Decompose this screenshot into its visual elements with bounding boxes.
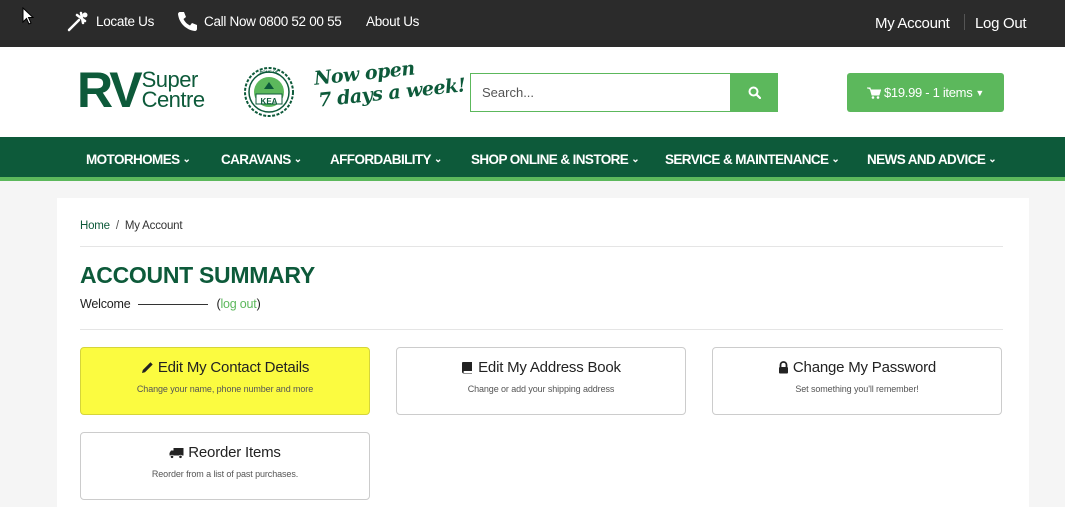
pin-icon [67, 11, 88, 32]
lock-icon [778, 361, 788, 374]
search-icon [748, 86, 761, 99]
nav-item-affordability[interactable]: AFFORDABILITY ⌄ [330, 137, 442, 181]
card-subtitle: Change or add your shipping address [467, 384, 615, 394]
about-us-label: About Us [366, 13, 420, 29]
cart-button[interactable]: $19.99 - 1 items ▼ [847, 73, 1004, 112]
nav-item-motorhomes[interactable]: MOTORHOMES ⌄ [86, 137, 191, 181]
main-navigation: MOTORHOMES ⌄ CARAVANS ⌄ AFFORDABILITY ⌄ SHO… [0, 137, 1065, 181]
call-now-link[interactable]: Call Now 0800 52 00 55 [176, 0, 342, 42]
nav-item-shop-online[interactable]: SHOP ONLINE & INSTORE ⌄ [471, 137, 640, 181]
logo-rv-text: RV [77, 62, 143, 118]
my-account-link[interactable]: My Account [875, 2, 950, 44]
chevron-down-icon: ⌄ [433, 153, 442, 165]
logo-super-centre-text: Super Centre [141, 69, 206, 112]
top-bar: Locate Us Call Now 0800 52 00 55 About U… [0, 0, 1065, 47]
card-title: Edit My Address Book [397, 359, 685, 376]
search-button[interactable] [730, 73, 778, 112]
home-of-kea-seal-icon [244, 67, 294, 117]
breadcrumb-home-link[interactable]: Home [80, 220, 110, 232]
locate-us-link[interactable]: Locate Us [66, 0, 154, 42]
tagline: Now open 7 days a week! [313, 52, 467, 111]
breadcrumb: Home / My Account [80, 220, 183, 232]
username-redacted-line [138, 303, 209, 305]
mouse-cursor-icon [22, 7, 34, 25]
card-subtitle: Set something you'll remember! [795, 384, 919, 394]
log-out-inline-link[interactable]: log out [220, 297, 256, 311]
rv-super-centre-logo[interactable]: RV Super Centre [77, 62, 206, 118]
my-account-label: My Account [875, 14, 950, 32]
card-title-text: Reorder Items [188, 444, 281, 461]
locate-us-label: Locate Us [96, 13, 155, 29]
nav-label: CARAVANS [221, 151, 291, 167]
site-header: RV Super Centre KEA HOME OF Now open 7 d… [0, 47, 1065, 137]
logo-centre: Centre [141, 87, 206, 112]
nav-label: SERVICE & MAINTENANCE [665, 151, 829, 167]
card-title: Reorder Items [81, 444, 369, 461]
seal-text: KEA [260, 97, 278, 106]
nav-label: AFFORDABILITY [330, 151, 432, 167]
nav-item-service-maintenance[interactable]: SERVICE & MAINTENANCE ⌄ [665, 137, 840, 181]
logout-paren: (log out) [216, 297, 261, 311]
divider [80, 246, 1003, 247]
card-title-text: Edit My Contact Details [157, 359, 310, 376]
divider [80, 329, 1003, 330]
nav-item-news-advice[interactable]: NEWS AND ADVICE ⌄ [867, 137, 997, 181]
nav-label: MOTORHOMES [86, 151, 180, 167]
welcome-line: Welcome (log out) [80, 297, 261, 311]
chevron-down-icon: ⌄ [182, 153, 191, 165]
call-now-label: Call Now 0800 52 00 55 [204, 13, 342, 29]
truck-icon [169, 447, 184, 459]
breadcrumb-separator: / [115, 220, 119, 232]
seal-top-text: HOME OF [259, 69, 279, 74]
log-out-label: Log Out [975, 14, 1027, 32]
change-password-card[interactable]: Change My Password Set something you'll … [712, 347, 1002, 415]
edit-contact-details-card[interactable]: Edit My Contact Details Change your name… [80, 347, 370, 415]
card-subtitle: Reorder from a list of past purchases. [151, 469, 299, 479]
nav-label: NEWS AND ADVICE [867, 151, 986, 167]
welcome-text: Welcome [80, 297, 131, 311]
card-title: Change My Password [713, 359, 1001, 376]
chevron-down-icon: ⌄ [831, 153, 840, 165]
card-title-text: Change My Password [792, 359, 937, 376]
topbar-divider [964, 14, 965, 30]
reorder-items-card[interactable]: Reorder Items Reorder from a list of pas… [80, 432, 370, 500]
edit-address-book-card[interactable]: Edit My Address Book Change or add your … [396, 347, 686, 415]
chevron-down-icon: ⌄ [631, 153, 639, 165]
nav-label: SHOP ONLINE & INSTORE [471, 151, 629, 167]
caret-down-icon: ▼ [975, 87, 985, 98]
cart-label: $19.99 - 1 items [883, 85, 973, 100]
chevron-down-icon: ⌄ [293, 153, 302, 165]
card-title-text: Edit My Address Book [478, 359, 621, 376]
about-us-link[interactable]: About Us [366, 0, 419, 42]
breadcrumb-current: My Account [124, 220, 183, 232]
book-icon [462, 362, 473, 374]
card-subtitle: Change your name, phone number and more [136, 384, 314, 394]
log-out-link[interactable]: Log Out [975, 2, 1027, 44]
shopping-cart-icon [866, 87, 881, 99]
search-bar [470, 73, 778, 112]
nav-item-caravans[interactable]: CARAVANS ⌄ [221, 137, 302, 181]
phone-icon [178, 12, 197, 31]
search-input[interactable] [470, 73, 730, 112]
chevron-down-icon: ⌄ [988, 153, 997, 165]
page-title: ACCOUNT SUMMARY [80, 262, 315, 288]
pencil-icon [141, 362, 153, 373]
account-panel: Home / My Account ACCOUNT SUMMARY Welcome … [57, 198, 1029, 507]
card-title: Edit My Contact Details [81, 359, 369, 376]
